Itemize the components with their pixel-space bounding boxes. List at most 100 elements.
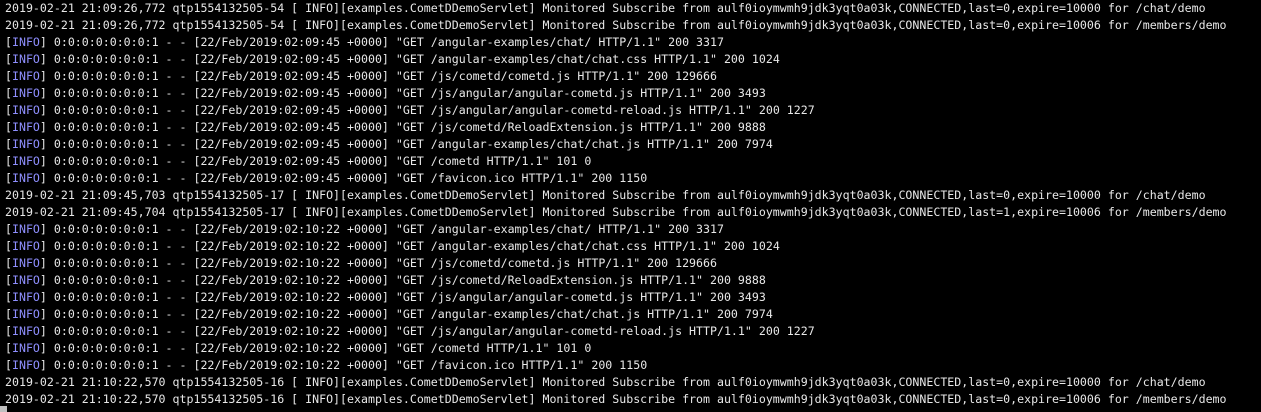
access-log-line: [INFO] 0:0:0:0:0:0:0:1 - - [22/Feb/2019:… [0,170,1261,187]
log-level-tag: INFO [11,256,40,270]
log-level-tag: INFO [11,290,40,304]
log-level-bracket: ] [39,120,47,134]
servlet-log-line: 2019-02-21 21:09:45,703 qtp1554132505-17… [0,187,1261,204]
log-level-bracket: ] [39,290,47,304]
access-log-message: 0:0:0:0:0:0:0:1 - - [22/Feb/2019:02:09:4… [46,137,773,151]
log-level-bracket: ] [39,171,47,185]
log-level-tag: INFO [11,52,40,66]
access-log-message: 0:0:0:0:0:0:0:1 - - [22/Feb/2019:02:10:2… [46,256,717,270]
log-level-bracket: ] [39,86,47,100]
log-level-bracket: ] [39,35,47,49]
access-log-line: [INFO] 0:0:0:0:0:0:0:1 - - [22/Feb/2019:… [0,340,1261,357]
log-level-tag: INFO [11,69,40,83]
access-log-message: 0:0:0:0:0:0:0:1 - - [22/Feb/2019:02:09:4… [46,35,724,49]
access-log-message: 0:0:0:0:0:0:0:1 - - [22/Feb/2019:02:09:4… [46,52,780,66]
access-log-line: [INFO] 0:0:0:0:0:0:0:1 - - [22/Feb/2019:… [0,153,1261,170]
access-log-line: [INFO] 0:0:0:0:0:0:0:1 - - [22/Feb/2019:… [0,68,1261,85]
access-log-line: [INFO] 0:0:0:0:0:0:0:1 - - [22/Feb/2019:… [0,306,1261,323]
access-log-line: [INFO] 0:0:0:0:0:0:0:1 - - [22/Feb/2019:… [0,102,1261,119]
log-level-tag: INFO [11,171,40,185]
log-output[interactable]: 2019-02-21 21:09:26,772 qtp1554132505-54… [0,0,1261,408]
log-level-tag: INFO [11,35,40,49]
log-level-bracket: ] [39,154,47,168]
terminal-window[interactable]: 2019-02-21 21:09:26,772 qtp1554132505-54… [0,0,1261,412]
log-level-bracket: [ [5,222,12,236]
log-level-bracket: [ [5,120,12,134]
servlet-log-line: 2019-02-21 21:09:45,704 qtp1554132505-17… [0,204,1261,221]
log-level-tag: INFO [11,324,40,338]
access-log-line: [INFO] 0:0:0:0:0:0:0:1 - - [22/Feb/2019:… [0,357,1261,374]
access-log-message: 0:0:0:0:0:0:0:1 - - [22/Feb/2019:02:10:2… [46,358,648,372]
log-level-bracket: ] [39,358,47,372]
log-level-bracket: ] [39,256,47,270]
access-log-line: [INFO] 0:0:0:0:0:0:0:1 - - [22/Feb/2019:… [0,238,1261,255]
log-level-bracket: [ [5,69,12,83]
access-log-message: 0:0:0:0:0:0:0:1 - - [22/Feb/2019:02:10:2… [46,290,766,304]
access-log-line: [INFO] 0:0:0:0:0:0:0:1 - - [22/Feb/2019:… [0,136,1261,153]
log-level-tag: INFO [11,86,40,100]
access-log-message: 0:0:0:0:0:0:0:1 - - [22/Feb/2019:02:10:2… [46,307,773,321]
access-log-line: [INFO] 0:0:0:0:0:0:0:1 - - [22/Feb/2019:… [0,289,1261,306]
log-level-bracket: ] [39,222,47,236]
log-level-bracket: ] [39,52,47,66]
log-level-tag: INFO [11,103,40,117]
log-level-bracket: ] [39,69,47,83]
access-log-line: [INFO] 0:0:0:0:0:0:0:1 - - [22/Feb/2019:… [0,323,1261,340]
access-log-message: 0:0:0:0:0:0:0:1 - - [22/Feb/2019:02:09:4… [46,69,717,83]
log-level-bracket: ] [39,341,47,355]
log-level-bracket: [ [5,103,12,117]
access-log-line: [INFO] 0:0:0:0:0:0:0:1 - - [22/Feb/2019:… [0,51,1261,68]
log-level-tag: INFO [11,137,40,151]
log-level-tag: INFO [11,120,40,134]
log-level-bracket: [ [5,256,12,270]
log-level-bracket: [ [5,307,12,321]
log-level-bracket: [ [5,290,12,304]
log-level-bracket: [ [5,35,12,49]
servlet-log-message: 2019-02-21 21:09:45,704 qtp1554132505-17… [5,205,1227,219]
access-log-message: 0:0:0:0:0:0:0:1 - - [22/Feb/2019:02:09:4… [46,103,815,117]
servlet-log-message: 2019-02-21 21:09:45,703 qtp1554132505-17… [5,188,1206,202]
access-log-message: 0:0:0:0:0:0:0:1 - - [22/Feb/2019:02:10:2… [46,273,766,287]
access-log-message: 0:0:0:0:0:0:0:1 - - [22/Feb/2019:02:09:4… [46,86,766,100]
access-log-message: 0:0:0:0:0:0:0:1 - - [22/Feb/2019:02:10:2… [46,239,780,253]
log-level-bracket: [ [5,154,12,168]
access-log-message: 0:0:0:0:0:0:0:1 - - [22/Feb/2019:02:09:4… [46,154,592,168]
log-level-tag: INFO [11,358,40,372]
access-log-message: 0:0:0:0:0:0:0:1 - - [22/Feb/2019:02:09:4… [46,171,648,185]
servlet-log-message: 2019-02-21 21:09:26,772 qtp1554132505-54… [5,1,1206,15]
servlet-log-message: 2019-02-21 21:10:22,570 qtp1554132505-16… [5,375,1206,389]
log-level-bracket: ] [39,137,47,151]
log-level-bracket: [ [5,324,12,338]
access-log-line: [INFO] 0:0:0:0:0:0:0:1 - - [22/Feb/2019:… [0,34,1261,51]
log-level-bracket: [ [5,52,12,66]
access-log-line: [INFO] 0:0:0:0:0:0:0:1 - - [22/Feb/2019:… [0,255,1261,272]
access-log-line: [INFO] 0:0:0:0:0:0:0:1 - - [22/Feb/2019:… [0,221,1261,238]
log-level-tag: INFO [11,222,40,236]
log-level-bracket: [ [5,341,12,355]
servlet-log-message: 2019-02-21 21:09:26,772 qtp1554132505-54… [5,18,1227,32]
log-level-bracket: [ [5,239,12,253]
servlet-log-message: 2019-02-21 21:10:22,570 qtp1554132505-16… [5,392,1227,406]
log-level-tag: INFO [11,154,40,168]
log-level-bracket: ] [39,103,47,117]
log-level-bracket: [ [5,358,12,372]
log-level-tag: INFO [11,273,40,287]
log-level-bracket: ] [39,273,47,287]
log-level-bracket: [ [5,171,12,185]
log-level-bracket: ] [39,324,47,338]
log-level-tag: INFO [11,239,40,253]
access-log-message: 0:0:0:0:0:0:0:1 - - [22/Feb/2019:02:10:2… [46,324,815,338]
servlet-log-line: 2019-02-21 21:10:22,570 qtp1554132505-16… [0,391,1261,408]
log-level-bracket: [ [5,137,12,151]
log-level-bracket: [ [5,273,12,287]
access-log-message: 0:0:0:0:0:0:0:1 - - [22/Feb/2019:02:10:2… [46,222,724,236]
access-log-message: 0:0:0:0:0:0:0:1 - - [22/Feb/2019:02:10:2… [46,341,592,355]
log-level-tag: INFO [11,307,40,321]
terminal-cursor [0,406,7,412]
log-level-bracket: ] [39,239,47,253]
servlet-log-line: 2019-02-21 21:09:26,772 qtp1554132505-54… [0,17,1261,34]
log-level-bracket: [ [5,86,12,100]
log-level-bracket: ] [39,307,47,321]
access-log-line: [INFO] 0:0:0:0:0:0:0:1 - - [22/Feb/2019:… [0,85,1261,102]
log-level-tag: INFO [11,341,40,355]
